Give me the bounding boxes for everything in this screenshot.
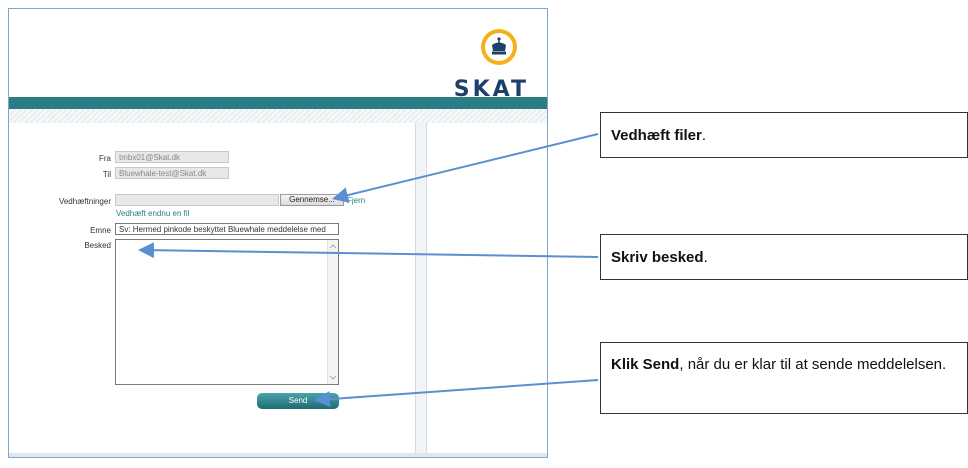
- arrow-write: [138, 242, 599, 259]
- annotation-arrows: [138, 133, 599, 408]
- arrow-attach: [332, 133, 599, 203]
- arrow-send: [314, 379, 599, 408]
